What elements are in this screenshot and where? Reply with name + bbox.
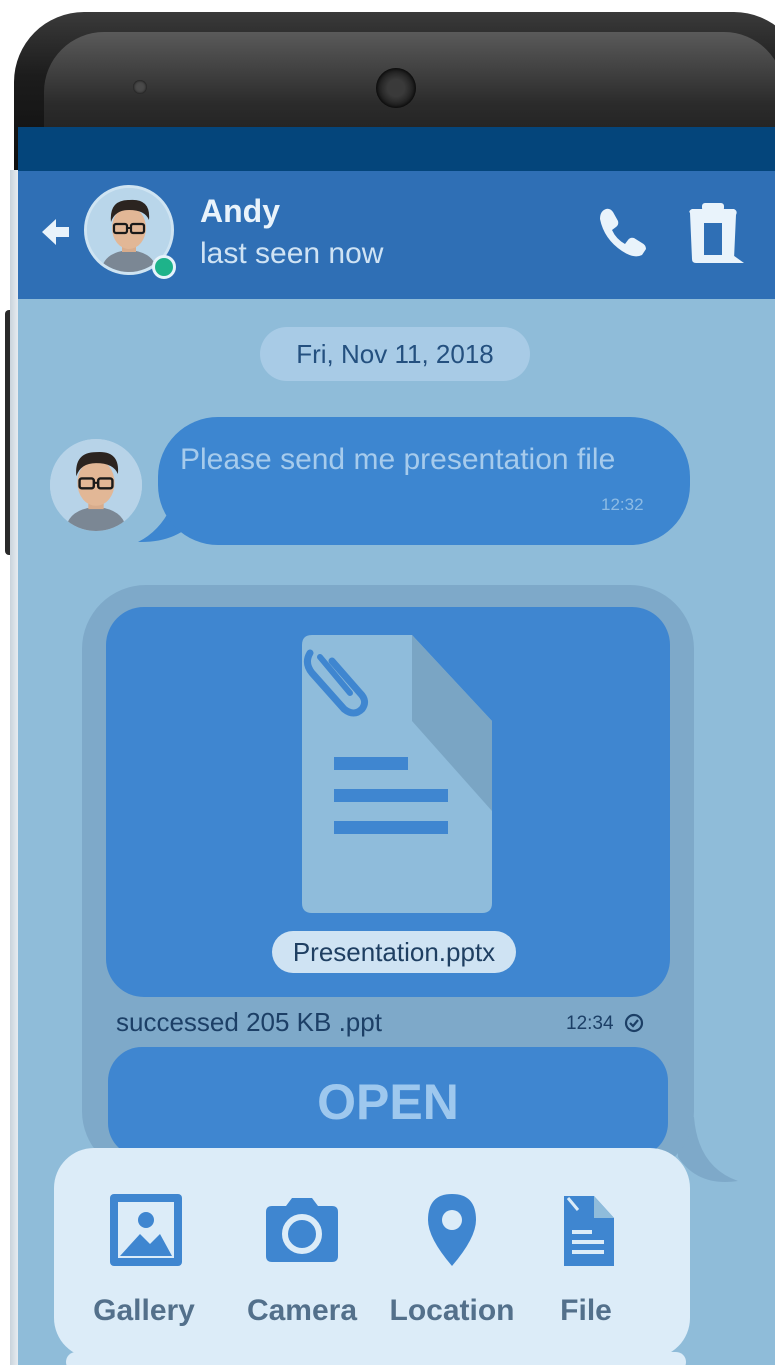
- front-sensor: [133, 80, 147, 94]
- file-message-time: 12:34: [566, 1013, 614, 1034]
- attach-label-location: Location: [389, 1294, 515, 1327]
- contact-name[interactable]: Andy: [200, 193, 280, 230]
- sender-avatar[interactable]: [50, 439, 142, 537]
- contact-last-seen: last seen now: [200, 237, 384, 270]
- attachment-menu-edge: [66, 1352, 686, 1365]
- open-file-button[interactable]: OPEN: [108, 1047, 668, 1157]
- attach-label-file: File: [560, 1294, 612, 1327]
- attach-camera[interactable]: Camera: [232, 1190, 372, 1330]
- status-bar: [18, 127, 775, 171]
- camera-icon: [266, 1198, 338, 1262]
- attach-file[interactable]: File: [516, 1190, 656, 1330]
- attach-gallery[interactable]: Gallery: [74, 1190, 214, 1330]
- attach-label-gallery: Gallery: [93, 1294, 195, 1327]
- trash-icon[interactable]: [678, 201, 748, 265]
- check-circle-icon: [624, 1013, 644, 1033]
- message-time: 12:32: [601, 495, 644, 514]
- file-name-label: Presentation.pptx: [272, 931, 516, 973]
- arrow-left-icon[interactable]: [36, 213, 74, 251]
- message-text: Please send me presentation file: [180, 443, 616, 476]
- chat-header: Andy last seen now: [18, 171, 775, 299]
- file-icon: [564, 1196, 614, 1266]
- phone-screen: Andy last seen now Fri, Nov 11, 2018 Ple…: [18, 127, 775, 1365]
- attach-label-camera: Camera: [246, 1294, 358, 1327]
- location-pin-icon: [428, 1194, 476, 1266]
- contact-avatar[interactable]: [84, 185, 176, 283]
- online-status-dot: [152, 255, 176, 279]
- file-preview[interactable]: Presentation.pptx: [106, 607, 670, 997]
- incoming-message-bubble[interactable]: [158, 417, 690, 545]
- earpiece-speaker: [376, 68, 416, 108]
- date-separator: Fri, Nov 11, 2018: [260, 327, 530, 381]
- attachment-menu: Gallery Camera Location File: [54, 1148, 690, 1358]
- avatar-photo: [50, 439, 142, 531]
- file-meta: successed 205 KB .ppt: [116, 1007, 382, 1037]
- image-icon: [110, 1194, 182, 1266]
- phone-icon[interactable]: [592, 203, 652, 263]
- document-icon: [302, 635, 492, 913]
- attach-location[interactable]: Location: [382, 1190, 522, 1330]
